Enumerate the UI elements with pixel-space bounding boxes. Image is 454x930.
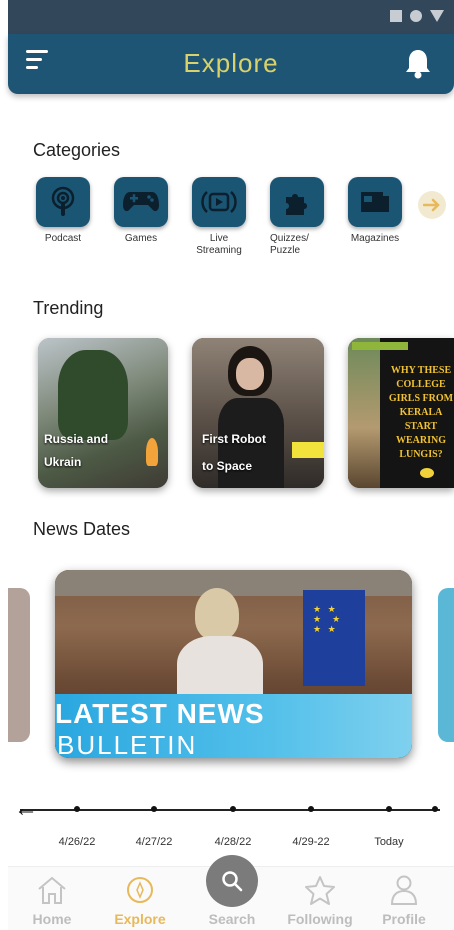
trending-caption: WHY THESE COLLEGE GIRLS FROM KERALA STAR… (388, 365, 454, 460)
category-live-streaming[interactable]: Live Streaming (186, 177, 252, 257)
timeline-date[interactable]: 4/28/22 (198, 836, 268, 848)
trending-card-russia-ukraine[interactable]: Russia and Ukrain (38, 338, 168, 488)
category-games[interactable]: Games (108, 177, 174, 245)
timeline-date[interactable]: 4/26/22 (42, 836, 112, 848)
candle-flame-icon (146, 438, 158, 466)
emoji-icon (420, 468, 434, 478)
nav-profile[interactable]: Profile (364, 873, 444, 927)
compass-icon (123, 873, 157, 907)
nav-label: Following (287, 911, 353, 927)
category-podcast[interactable]: Podcast (30, 177, 96, 245)
trending-caption: First Robot to Space (202, 432, 266, 474)
category-quizzes-puzzle-box (270, 177, 324, 227)
news-card-prev[interactable] (8, 588, 30, 742)
news-card-latest[interactable]: ★ ★ ★ ★ ★ ★ LATEST NEWS BULLETIN (55, 570, 412, 758)
bottom-navigation: Home Explore Search Following Profile (8, 855, 454, 930)
category-games-box (114, 177, 168, 227)
date-timeline: ← 4/26/22 4/27/22 4/28/22 4/29-22 Today (0, 797, 454, 860)
categories-next-button[interactable] (418, 191, 446, 219)
label-strip (292, 442, 324, 458)
user-icon (387, 873, 421, 907)
timeline-date[interactable]: 4/27/22 (119, 836, 189, 848)
status-icons (390, 10, 444, 22)
wifi-icon (410, 10, 422, 22)
timeline-dot[interactable] (432, 806, 438, 812)
categories-row: Podcast Games Live Streaming Quizzes/ Pu… (36, 177, 454, 277)
channel-badge (352, 342, 408, 350)
news-banner-subtitle: BULLETIN (57, 730, 198, 758)
category-label: Games (124, 233, 158, 244)
search-icon (222, 871, 243, 892)
speaker-head (195, 588, 239, 640)
category-live-streaming-box (192, 177, 246, 227)
category-label: Live Streaming (196, 233, 242, 256)
trending-title: Trending (33, 298, 104, 318)
timeline-dot[interactable] (386, 806, 392, 812)
timeline-dot[interactable] (230, 806, 236, 812)
category-label: Magazines (350, 233, 400, 244)
gamepad-icon (123, 192, 159, 212)
news-dates-title: News Dates (33, 519, 131, 539)
category-podcast-box (36, 177, 90, 227)
home-icon (35, 873, 69, 907)
arrow-right-icon (423, 198, 440, 212)
nav-explore[interactable]: Explore (100, 873, 180, 927)
nav-label: Explore (114, 911, 166, 927)
app-bar: Explore (8, 34, 454, 94)
trending-card-robot[interactable]: First Robot to Space (192, 338, 324, 488)
star-icon (303, 873, 337, 907)
category-label: Quizzes/ Puzzle (270, 233, 309, 256)
notification-bell-icon[interactable] (404, 48, 432, 80)
news-card-next[interactable] (438, 588, 454, 742)
timeline-dot[interactable] (308, 806, 314, 812)
status-bar (8, 0, 454, 34)
robot-face (236, 358, 264, 390)
timeline-date-today[interactable]: Today (354, 836, 424, 848)
nav-following[interactable]: Following (280, 873, 360, 927)
nav-label: Home (32, 911, 72, 927)
timeline-dot[interactable] (151, 806, 157, 812)
caption-line: to Space (202, 459, 253, 473)
tree-shape (58, 350, 128, 440)
trending-caption: Russia and Ukrain (44, 432, 108, 470)
category-label: Podcast (44, 233, 82, 244)
caption-line: Ukrain (44, 455, 82, 469)
nav-label: Profile (382, 911, 426, 927)
battery-icon (430, 10, 444, 22)
categories-title: Categories (33, 140, 121, 160)
timeline-date[interactable]: 4/29-22 (276, 836, 346, 848)
timeline-back-arrow-icon[interactable]: ← (14, 797, 38, 821)
timeline-dot[interactable] (74, 806, 80, 812)
signal-icon (390, 10, 402, 22)
trending-card-kerala[interactable]: WHY THESE COLLEGE GIRLS FROM KERALA STAR… (348, 338, 454, 488)
puzzle-icon (286, 194, 307, 215)
trending-image (348, 338, 380, 488)
live-stream-icon (201, 191, 237, 213)
magazine-icon (361, 192, 389, 212)
nav-home[interactable]: Home (12, 873, 92, 927)
page-title: Explore (183, 48, 279, 78)
caption-line: Russia and (44, 432, 109, 446)
category-magazines[interactable]: Magazines (342, 177, 408, 245)
search-button[interactable] (206, 855, 258, 907)
nav-label: Search (208, 911, 256, 927)
caption-line: First Robot (202, 432, 266, 446)
category-quizzes-puzzle[interactable]: Quizzes/ Puzzle (264, 177, 330, 257)
flag-stars: ★ ★ ★ ★ ★ ★ (313, 604, 343, 634)
category-magazines-box (348, 177, 402, 227)
news-banner-title: LATEST NEWS (55, 698, 265, 729)
podcast-icon (51, 186, 75, 216)
